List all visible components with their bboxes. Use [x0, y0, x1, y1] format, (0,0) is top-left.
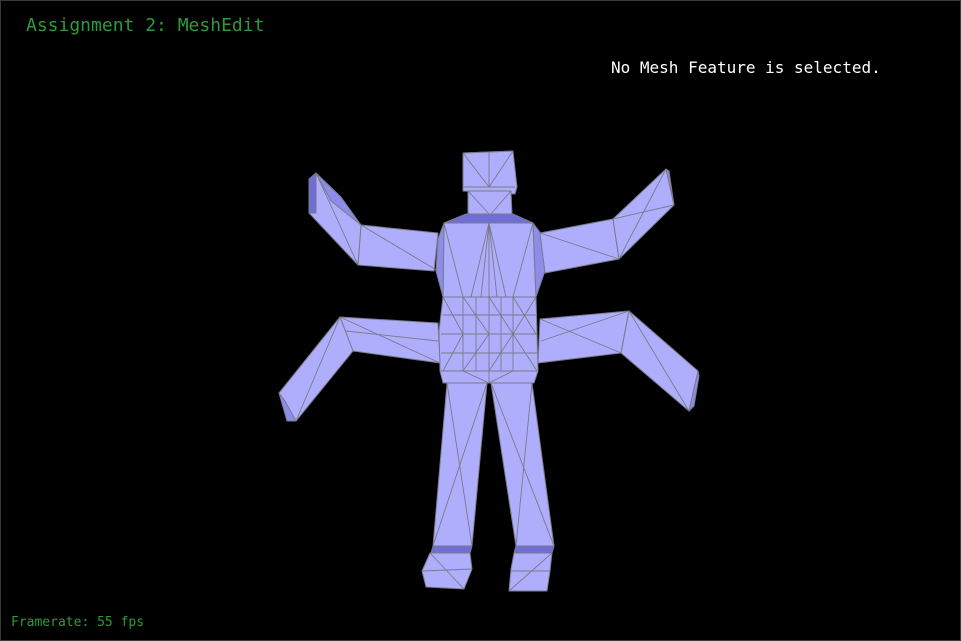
mesh-arm-upper-left[interactable]: [308, 172, 439, 272]
selection-status: No Mesh Feature is selected.: [611, 58, 881, 77]
app-title: Assignment 2: MeshEdit: [26, 15, 265, 36]
mesh-torso[interactable]: [435, 213, 546, 384]
framerate-readout: Framerate: 55 fps: [11, 615, 145, 630]
mesh-leg-right[interactable]: [490, 382, 555, 592]
mesh-model[interactable]: [1, 1, 960, 640]
mesh-arm-lower-right[interactable]: [537, 310, 700, 412]
mesh-head[interactable]: [462, 150, 518, 216]
mesh-leg-left[interactable]: [421, 382, 488, 590]
mesh-viewport[interactable]: Assignment 2: MeshEdit No Mesh Feature i…: [0, 0, 961, 641]
mesh-arm-upper-right[interactable]: [539, 168, 675, 274]
mesh-arm-lower-left[interactable]: [278, 316, 441, 422]
